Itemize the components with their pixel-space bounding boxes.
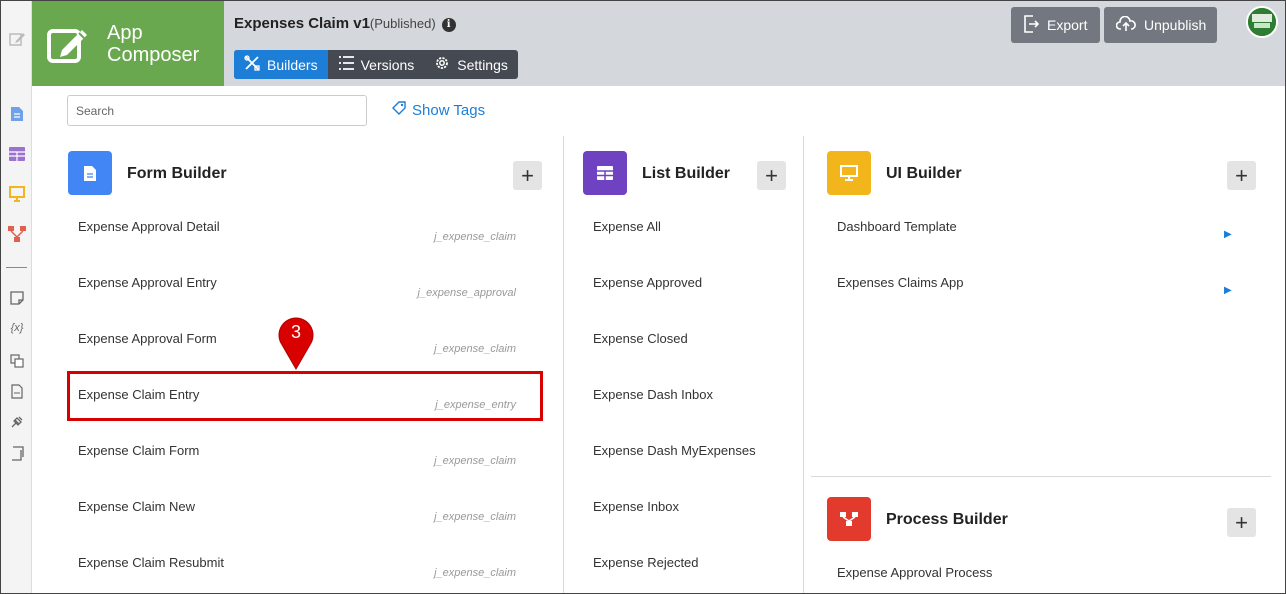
form-item-tag: j_expense_claim [434, 567, 516, 579]
brand-block[interactable]: App Composer [32, 1, 224, 86]
brand-line1: App [107, 22, 143, 44]
list-item[interactable]: Expense Inbox [593, 499, 679, 514]
left-sidebar: {x} [1, 1, 32, 593]
list-item[interactable]: Expense All [593, 219, 661, 234]
brand-line2: Composer [107, 44, 200, 66]
unpublish-label: Unpublish [1144, 17, 1207, 33]
info-icon[interactable]: i [441, 18, 456, 32]
step-number: 3 [290, 322, 301, 342]
tools-icon [244, 55, 260, 74]
ui-builder-title: UI Builder [886, 165, 962, 182]
cloud-upload-icon [1115, 15, 1136, 35]
avatar[interactable] [1246, 6, 1278, 38]
play-icon[interactable]: ▶ [1224, 229, 1232, 240]
form-builder-title: Form Builder [127, 165, 227, 182]
ui-item[interactable]: Dashboard Template [837, 219, 957, 234]
translate-icon[interactable] [7, 351, 27, 371]
document-icon[interactable] [7, 381, 27, 401]
sidebar-divider [6, 267, 27, 268]
tab-settings[interactable]: Settings [424, 50, 518, 79]
form-item[interactable]: Expense Claim New [78, 499, 195, 514]
tab-settings-label: Settings [457, 56, 508, 73]
list-builder-title: List Builder [642, 165, 731, 182]
tab-versions[interactable]: Versions [328, 50, 425, 79]
export-icon [1023, 14, 1040, 36]
show-tags-link[interactable]: Show Tags [392, 101, 485, 119]
form-item[interactable]: Expense Claim Resubmit [78, 555, 224, 570]
process-builder-icon [827, 497, 871, 541]
list-item[interactable]: Expense Approved [593, 275, 702, 290]
form-item-tag: j_expense_claim [434, 455, 516, 467]
section-divider [811, 476, 1271, 477]
form-item-tag: j_expense_claim [434, 511, 516, 523]
gear-icon [434, 55, 450, 74]
form-item[interactable]: Expense Approval Entry [78, 275, 217, 290]
edit-icon[interactable] [7, 29, 27, 49]
list-item[interactable]: Expense Dash Inbox [593, 387, 713, 402]
monitor-icon[interactable] [7, 184, 27, 204]
unpublish-button[interactable]: Unpublish [1104, 7, 1217, 43]
app-title: Expenses Claim v1(Published) i [234, 15, 456, 32]
form-item[interactable]: Expense Approval Detail [78, 219, 220, 234]
list-item[interactable]: Expense Closed [593, 331, 688, 346]
tag-icon [392, 101, 406, 119]
search-input[interactable] [67, 95, 367, 126]
builder-tabs: Builders Versions Settings [234, 50, 518, 79]
process-builder-title: Process Builder [886, 511, 1008, 528]
form-item[interactable]: Expense Approval Form [78, 331, 217, 346]
note-icon[interactable] [7, 288, 27, 308]
top-header: App Composer Expenses Claim v1(Published… [32, 1, 1285, 86]
tab-builders-label: Builders [267, 56, 318, 73]
plug-icon[interactable] [7, 412, 27, 432]
process-icon[interactable] [7, 224, 27, 244]
process-item[interactable]: Expense Approval Process [837, 565, 992, 580]
list-item[interactable]: Expense Dash MyExpenses [593, 443, 756, 458]
edit-logo-icon [46, 22, 90, 66]
show-tags-label: Show Tags [412, 101, 486, 119]
play-icon[interactable]: ▶ [1224, 285, 1232, 296]
list-icon [338, 55, 354, 74]
export-label: Export [1047, 17, 1088, 33]
column-divider [563, 136, 564, 593]
form-item[interactable]: Expense Claim Form [78, 443, 199, 458]
list-item[interactable]: Expense Rejected [593, 555, 699, 570]
form-item-tag: j_expense_claim [434, 343, 516, 355]
form-icon[interactable] [7, 104, 27, 124]
ui-item[interactable]: Expenses Claims App [837, 275, 963, 290]
app-title-text: Expenses Claim v1 [234, 15, 370, 32]
script-icon[interactable] [7, 443, 27, 463]
highlight-box [67, 371, 543, 421]
add-process-button[interactable]: + [1227, 508, 1256, 537]
list-builder-icon [583, 151, 627, 195]
brand-name: App Composer [107, 22, 199, 66]
app-frame: {x} App Composer Expenses Claim v1(Publi… [0, 0, 1286, 594]
ui-builder-icon [827, 151, 871, 195]
app-status: (Published) [369, 16, 436, 31]
column-divider [803, 136, 804, 593]
tab-builders[interactable]: Builders [234, 50, 328, 79]
list-table-icon[interactable] [7, 144, 27, 164]
form-item-tag: j_expense_approval [417, 287, 516, 299]
tab-versions-label: Versions [360, 56, 415, 73]
add-ui-button[interactable]: + [1227, 161, 1256, 190]
variables-icon[interactable]: {x} [7, 318, 27, 338]
add-form-button[interactable]: + [513, 161, 542, 190]
form-item-tag: j_expense_claim [434, 231, 516, 243]
form-builder-icon [68, 151, 112, 195]
export-button[interactable]: Export [1011, 7, 1100, 43]
add-list-button[interactable]: + [757, 161, 786, 190]
